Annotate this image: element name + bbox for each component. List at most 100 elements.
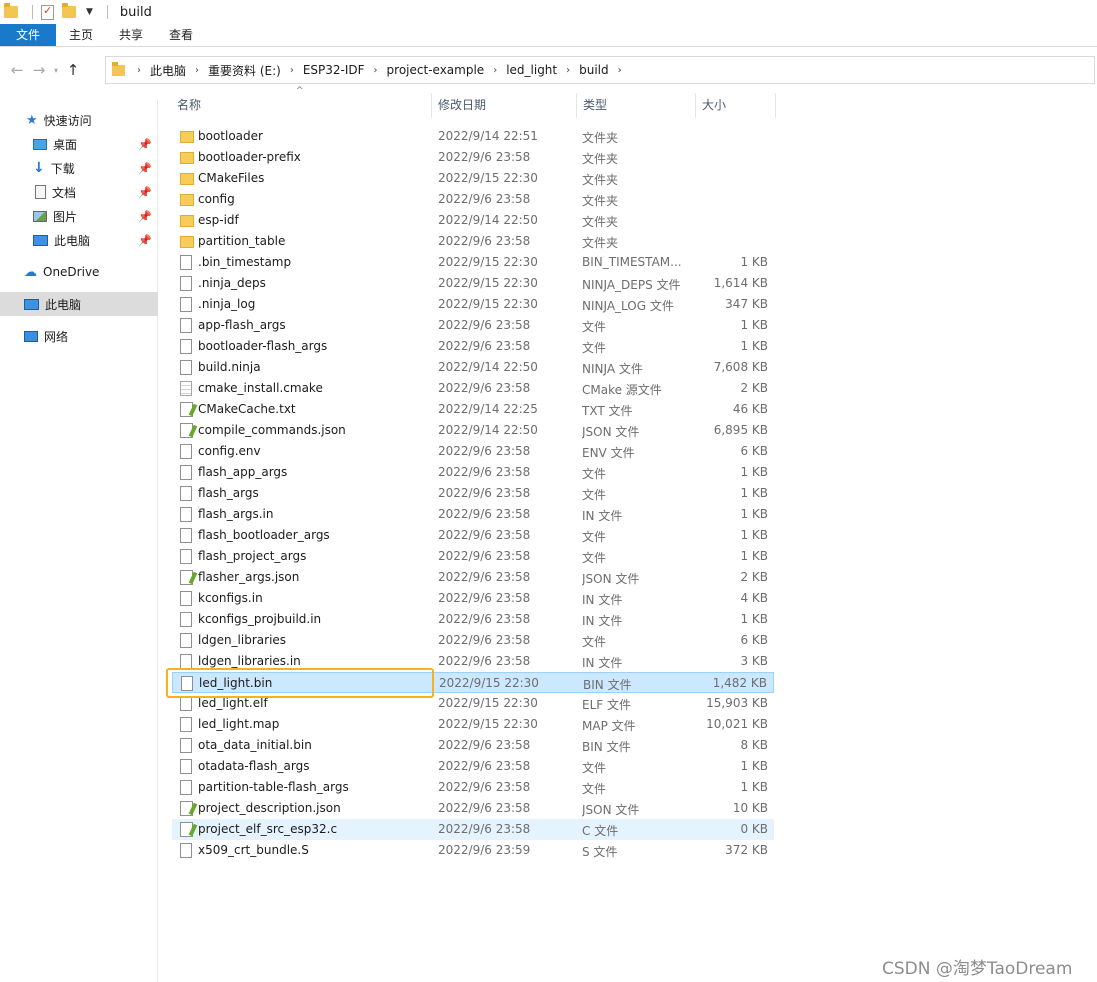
pin-icon[interactable]: 📌	[138, 210, 152, 223]
file-row[interactable]: flash_project_args 2022/9/6 23:58 文件 1 KB	[172, 546, 774, 567]
file-row[interactable]: project_description.json 2022/9/6 23:58 JS…	[172, 798, 774, 819]
file-date: 2022/9/6 23:58	[438, 759, 531, 773]
breadcrumb-this-pc[interactable]: 此电脑	[150, 62, 186, 79]
file-row[interactable]: flash_app_args 2022/9/6 23:58 文件 1 KB	[172, 462, 774, 483]
customize-toolbar-dropdown[interactable]: ▼	[86, 7, 93, 17]
nav-item-this-pc-pinned[interactable]: 此电脑 📌	[0, 228, 158, 252]
file-name: flash_args	[198, 486, 259, 500]
file-row[interactable]: .ninja_deps 2022/9/15 22:30 NINJA_DEPS 文件 1…	[172, 273, 774, 294]
file-row[interactable]: kconfigs_projbuild.in 2022/9/6 23:58 IN 文件…	[172, 609, 774, 630]
chevron-right-icon[interactable]: ›	[137, 65, 141, 76]
file-row[interactable]: kconfigs.in 2022/9/6 23:58 IN 文件 4 KB	[172, 588, 774, 609]
folder-icon	[112, 61, 125, 76]
file-icon	[180, 297, 192, 312]
up-arrow-icon[interactable]: ↑	[62, 61, 84, 79]
nav-item-pictures[interactable]: 图片 📌	[0, 204, 158, 228]
pin-icon[interactable]: 📌	[138, 138, 152, 151]
file-date: 2022/9/6 23:58	[438, 549, 531, 563]
file-date: 2022/9/15 22:30	[438, 717, 538, 731]
folder-row[interactable]: esp-idf 2022/9/14 22:50 文件夹	[172, 210, 774, 231]
file-size: 7,608 KB	[713, 360, 768, 374]
file-row[interactable]: build.ninja 2022/9/14 22:50 NINJA 文件 7,608 …	[172, 357, 774, 378]
column-header-name[interactable]: 名称	[171, 93, 431, 118]
tab-home[interactable]: 主页	[56, 24, 106, 46]
file-row[interactable]: compile_commands.json 2022/9/14 22:50 JSON…	[172, 420, 774, 441]
chevron-right-icon[interactable]: ›	[290, 65, 294, 76]
column-header-type[interactable]: 类型	[577, 93, 695, 118]
file-row[interactable]: led_light.map 2022/9/15 22:30 MAP 文件 10,021…	[172, 714, 774, 735]
file-row[interactable]: config.env 2022/9/6 23:58 ENV 文件 6 KB	[172, 441, 774, 462]
tab-share[interactable]: 共享	[106, 24, 156, 46]
file-type: 文件	[582, 761, 607, 775]
chevron-right-icon[interactable]: ›	[566, 65, 570, 76]
text-file-icon	[180, 822, 193, 837]
nav-item-downloads[interactable]: ↓ 下载 📌	[0, 156, 158, 180]
file-type: JSON 文件	[582, 425, 640, 439]
chevron-right-icon[interactable]: ›	[618, 65, 622, 76]
file-date: 2022/9/6 23:58	[438, 381, 531, 395]
file-type: JSON 文件	[582, 803, 640, 817]
file-row[interactable]: cmake_install.cmake 2022/9/6 23:58 CMake 源…	[172, 378, 774, 399]
file-row[interactable]: ota_data_initial.bin 2022/9/6 23:58 BIN 文件…	[172, 735, 774, 756]
file-row[interactable]: flash_args.in 2022/9/6 23:58 IN 文件 1 KB	[172, 504, 774, 525]
forward-arrow-icon[interactable]: →	[28, 61, 50, 79]
file-row[interactable]: bootloader-flash_args 2022/9/6 23:58 文件 1 K…	[172, 336, 774, 357]
nav-this-pc[interactable]: 此电脑	[0, 292, 158, 316]
folder-icon	[180, 236, 194, 248]
tab-view[interactable]: 查看	[156, 24, 206, 46]
chevron-right-icon[interactable]: ›	[493, 65, 497, 76]
chevron-right-icon[interactable]: ›	[374, 65, 378, 76]
folder-row[interactable]: bootloader 2022/9/14 22:51 文件夹	[172, 126, 774, 147]
folder-row[interactable]: CMakeFiles 2022/9/15 22:30 文件夹	[172, 168, 774, 189]
file-icon	[180, 549, 192, 564]
file-icon	[180, 360, 192, 375]
breadcrumb-led-light[interactable]: led_light	[506, 63, 557, 77]
nav-item-documents[interactable]: 文档 📌	[0, 180, 158, 204]
file-row[interactable]: flash_bootloader_args 2022/9/6 23:58 文件 1 K…	[172, 525, 774, 546]
file-row[interactable]: flasher_args.json 2022/9/6 23:58 JSON 文件 2 …	[172, 567, 774, 588]
file-row[interactable]: x509_crt_bundle.S 2022/9/6 23:59 S 文件 372 K…	[172, 840, 774, 861]
properties-icon[interactable]	[41, 4, 54, 20]
file-row[interactable]: flash_args 2022/9/6 23:58 文件 1 KB	[172, 483, 774, 504]
tab-file[interactable]: 文件	[0, 24, 57, 46]
file-row[interactable]: project_elf_src_esp32.c 2022/9/6 23:58 C 文…	[172, 819, 774, 840]
breadcrumb-build[interactable]: build	[579, 63, 609, 77]
column-header-size[interactable]: 大小	[696, 93, 775, 118]
recent-locations-chevron-icon[interactable]: ▾	[50, 66, 62, 75]
file-type: IN 文件	[582, 656, 623, 670]
download-icon: ↓	[33, 160, 45, 176]
new-folder-icon[interactable]	[62, 3, 76, 18]
folder-row[interactable]: config 2022/9/6 23:58 文件夹	[172, 189, 774, 210]
nav-network[interactable]: 网络	[0, 324, 158, 348]
pin-icon[interactable]: 📌	[138, 162, 152, 175]
divider	[106, 5, 108, 19]
breadcrumb-drive-e[interactable]: 重要资料 (E:)	[208, 62, 281, 79]
file-row[interactable]: .bin_timestamp 2022/9/15 22:30 BIN_TIMESTA…	[172, 252, 774, 273]
pin-icon[interactable]: 📌	[138, 234, 152, 247]
column-header-date[interactable]: 修改日期	[432, 93, 576, 118]
back-arrow-icon[interactable]: ←	[6, 61, 28, 79]
file-icon	[180, 591, 192, 606]
breadcrumb-esp32-idf[interactable]: ESP32-IDF	[303, 63, 365, 77]
file-row[interactable]: .ninja_log 2022/9/15 22:30 NINJA_LOG 文件 347…	[172, 294, 774, 315]
chevron-right-icon[interactable]: ›	[195, 65, 199, 76]
file-row[interactable]: otadata-flash_args 2022/9/6 23:58 文件 1 KB	[172, 756, 774, 777]
nav-item-desktop[interactable]: 桌面 📌	[0, 132, 158, 156]
column-divider[interactable]	[775, 93, 776, 118]
file-row[interactable]: ldgen_libraries 2022/9/6 23:58 文件 6 KB	[172, 630, 774, 651]
file-icon	[180, 654, 192, 669]
file-row[interactable]: partition-table-flash_args 2022/9/6 23:58…	[172, 777, 774, 798]
folder-row[interactable]: partition_table 2022/9/6 23:58 文件夹	[172, 231, 774, 252]
pin-icon[interactable]: 📌	[138, 186, 152, 199]
nav-quick-access[interactable]: ★ 快速访问	[0, 108, 158, 132]
folder-row[interactable]: bootloader-prefix 2022/9/6 23:58 文件夹	[172, 147, 774, 168]
address-bar[interactable]: › 此电脑 › 重要资料 (E:) › ESP32-IDF › project-…	[105, 56, 1095, 84]
breadcrumb-project-example[interactable]: project-example	[387, 63, 485, 77]
file-row[interactable]: app-flash_args 2022/9/6 23:58 文件 1 KB	[172, 315, 774, 336]
nav-label: 文档	[52, 185, 77, 200]
file-date: 2022/9/6 23:58	[438, 318, 531, 332]
file-date: 2022/9/6 23:58	[438, 612, 531, 626]
file-row[interactable]: CMakeCache.txt 2022/9/14 22:25 TXT 文件 46 KB	[172, 399, 774, 420]
nav-onedrive[interactable]: ☁ OneDrive	[0, 260, 158, 284]
file-date: 2022/9/6 23:58	[438, 192, 531, 206]
